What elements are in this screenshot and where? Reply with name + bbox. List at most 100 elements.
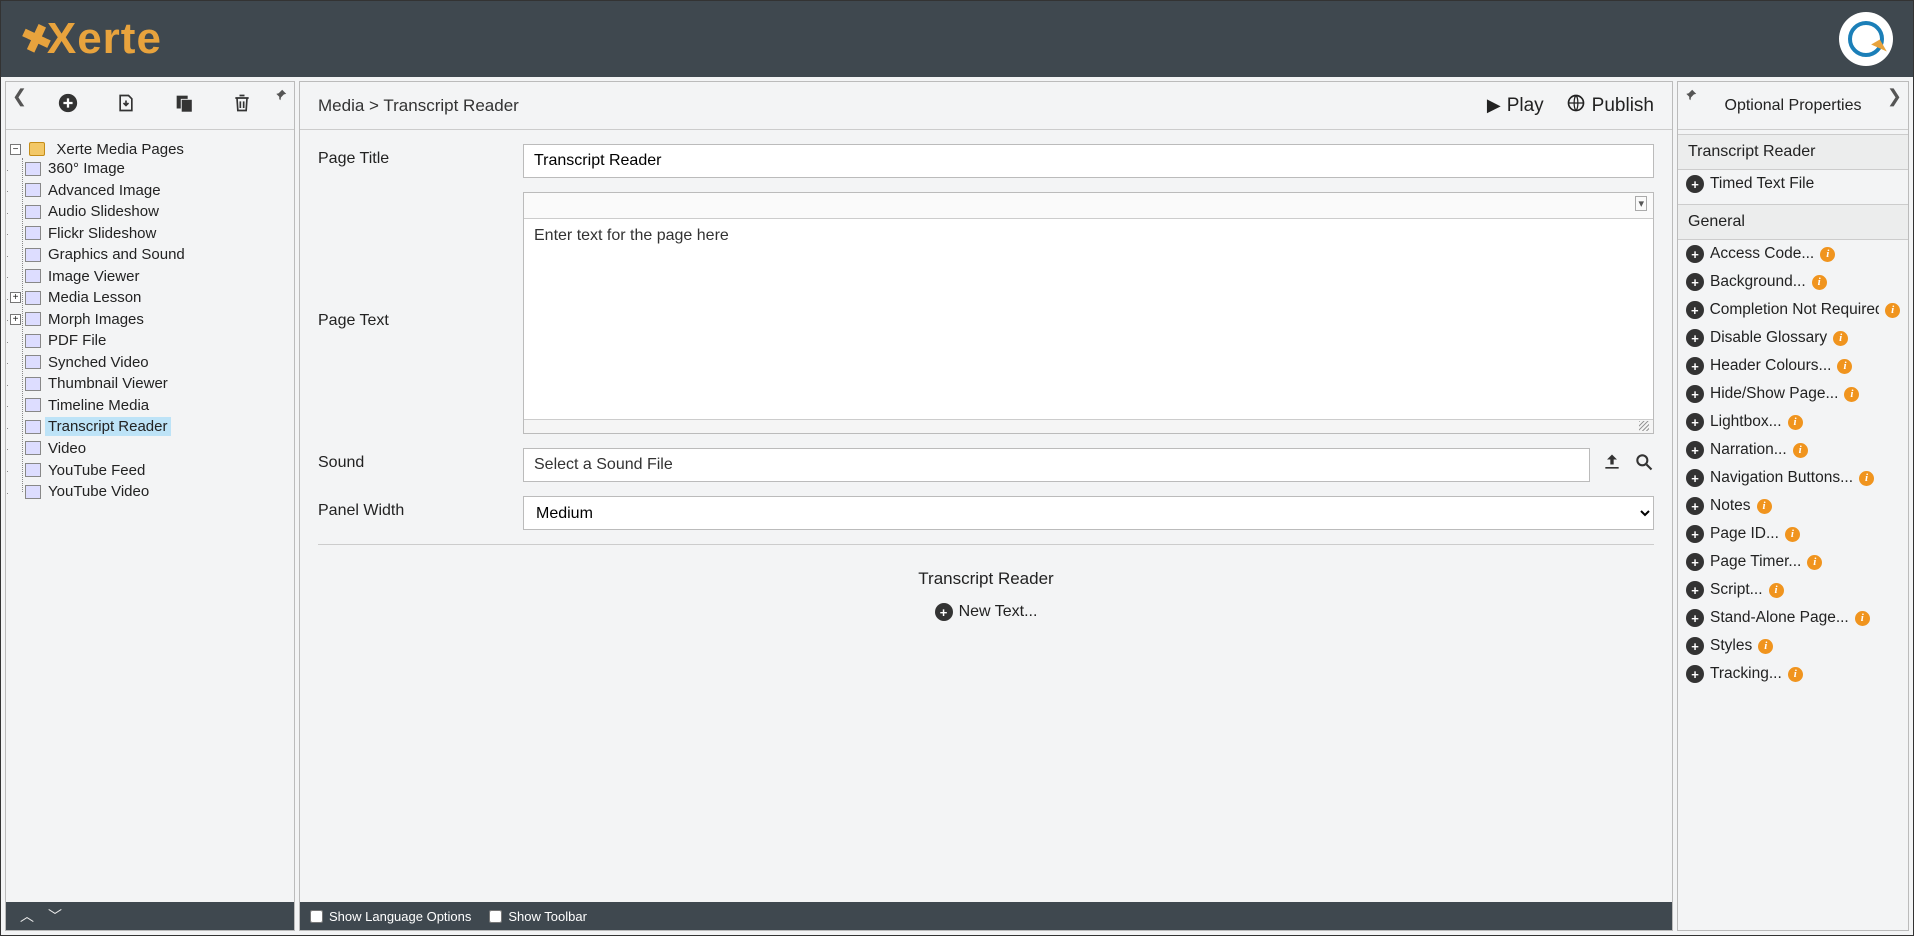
publish-button[interactable]: Publish (1566, 93, 1654, 118)
user-avatar[interactable] (1839, 12, 1893, 66)
property-label: Completion Not Required (1710, 301, 1880, 319)
plus-icon: + (1686, 357, 1704, 375)
property-item[interactable]: +Navigation Buttons...i (1678, 464, 1908, 492)
properties-header: Optional Properties ❯ (1678, 82, 1908, 130)
property-item[interactable]: +Header Colours...i (1678, 352, 1908, 380)
tree-node[interactable]: Advanced Image (10, 179, 290, 201)
tree-node[interactable]: Graphics and Sound (10, 244, 290, 266)
plus-icon: + (1686, 413, 1704, 431)
tree-node-label: 360° Image (45, 159, 128, 178)
tree-node[interactable]: PDF File (10, 330, 290, 352)
property-item[interactable]: +Timed Text File (1678, 170, 1908, 198)
tree-toggle-icon[interactable]: + (10, 314, 21, 325)
tree-footer: ︿ ﹀ (6, 902, 294, 930)
tree-node[interactable]: Image Viewer (10, 265, 290, 287)
show-language-checkbox[interactable]: Show Language Options (310, 909, 471, 924)
property-item[interactable]: +Completion Not Requiredi (1678, 296, 1908, 324)
property-item[interactable]: +Background...i (1678, 268, 1908, 296)
tree-node[interactable]: YouTube Feed (10, 459, 290, 481)
upload-icon[interactable] (1602, 452, 1622, 478)
sound-file-input[interactable]: Select a Sound File (523, 448, 1590, 482)
info-icon[interactable]: i (1855, 611, 1870, 626)
property-item[interactable]: +Lightbox...i (1678, 408, 1908, 436)
rte-resize-handle[interactable] (524, 419, 1653, 433)
property-item[interactable]: +Notesi (1678, 492, 1908, 520)
page-icon (25, 334, 41, 348)
tree-node[interactable]: Thumbnail Viewer (10, 373, 290, 395)
page-title-label: Page Title (318, 144, 523, 168)
tree-node[interactable]: +Morph Images (10, 308, 290, 330)
info-icon[interactable]: i (1812, 275, 1827, 290)
tree-toggle-icon[interactable]: − (10, 144, 21, 155)
tree-node[interactable]: +Media Lesson (10, 287, 290, 309)
import-button[interactable] (112, 92, 140, 120)
info-icon[interactable]: i (1758, 639, 1773, 654)
property-label: Access Code... (1710, 245, 1814, 263)
tree-node[interactable]: Synched Video (10, 351, 290, 373)
copy-button[interactable] (170, 92, 198, 120)
tree-node[interactable]: Flickr Slideshow (10, 222, 290, 244)
property-item[interactable]: +Page Timer...i (1678, 548, 1908, 576)
tree-node[interactable]: Timeline Media (10, 394, 290, 416)
info-icon[interactable]: i (1788, 667, 1803, 682)
logo-text: Xerte (47, 14, 162, 64)
property-item[interactable]: +Script...i (1678, 576, 1908, 604)
info-icon[interactable]: i (1820, 247, 1835, 262)
tree-root-node[interactable]: − Xerte Media Pages 360° ImageAdvanced I… (10, 138, 290, 504)
tree-node[interactable]: 360° Image (10, 158, 290, 180)
page-text-input[interactable]: Enter text for the page here (524, 219, 1653, 419)
collapse-right-icon[interactable]: ❯ (1887, 86, 1902, 107)
pin-left-icon[interactable] (1684, 86, 1698, 107)
tree-panel: ❮ − (5, 81, 295, 931)
property-label: Navigation Buttons... (1710, 469, 1853, 487)
property-item[interactable]: +Access Code...i (1678, 240, 1908, 268)
page-tree: − Xerte Media Pages 360° ImageAdvanced I… (6, 130, 294, 902)
info-icon[interactable]: i (1844, 387, 1859, 402)
breadcrumb-parent[interactable]: Media (318, 96, 364, 115)
property-item[interactable]: +Stylesi (1678, 632, 1908, 660)
pin-icon[interactable] (274, 86, 288, 107)
tree-root-label: Xerte Media Pages (53, 140, 187, 159)
property-label: Page ID... (1710, 525, 1779, 543)
info-icon[interactable]: i (1885, 303, 1900, 318)
show-toolbar-checkbox[interactable]: Show Toolbar (489, 909, 587, 924)
delete-button[interactable] (228, 92, 256, 120)
property-item[interactable]: +Hide/Show Page...i (1678, 380, 1908, 408)
folder-icon (29, 142, 45, 156)
search-icon[interactable] (1634, 452, 1654, 478)
tree-node[interactable]: YouTube Video (10, 481, 290, 503)
move-up-icon[interactable]: ︿ (20, 906, 34, 926)
tree-node[interactable]: Video (10, 437, 290, 459)
property-item[interactable]: +Disable Glossaryi (1678, 324, 1908, 352)
property-item[interactable]: +Stand-Alone Page...i (1678, 604, 1908, 632)
info-icon[interactable]: i (1837, 359, 1852, 374)
info-icon[interactable]: i (1757, 499, 1772, 514)
info-icon[interactable]: i (1859, 471, 1874, 486)
rte-toolbar[interactable] (524, 193, 1653, 219)
tree-toggle-icon[interactable]: + (10, 292, 21, 303)
tree-node[interactable]: Transcript Reader (10, 416, 290, 438)
property-item[interactable]: +Narration...i (1678, 436, 1908, 464)
move-down-icon[interactable]: ﹀ (48, 906, 62, 926)
panel-width-select[interactable]: Medium (523, 496, 1654, 530)
add-new-text-button[interactable]: + New Text... (935, 603, 1038, 621)
info-icon[interactable]: i (1788, 415, 1803, 430)
tree-node-label: Thumbnail Viewer (45, 374, 171, 393)
page-icon (25, 269, 41, 283)
property-item[interactable]: +Tracking...i (1678, 660, 1908, 688)
property-label: Background... (1710, 273, 1806, 291)
page-icon (25, 463, 41, 477)
tree-node[interactable]: Audio Slideshow (10, 201, 290, 223)
info-icon[interactable]: i (1785, 527, 1800, 542)
play-button[interactable]: ▶ Play (1487, 95, 1544, 117)
property-item[interactable]: +Page ID...i (1678, 520, 1908, 548)
page-title-input[interactable] (523, 144, 1654, 178)
info-icon[interactable]: i (1807, 555, 1822, 570)
info-icon[interactable]: i (1833, 331, 1848, 346)
plus-icon: + (1686, 497, 1704, 515)
collapse-left-icon[interactable]: ❮ (12, 86, 27, 107)
plus-icon: + (1686, 385, 1704, 403)
info-icon[interactable]: i (1769, 583, 1784, 598)
add-page-button[interactable] (54, 92, 82, 120)
info-icon[interactable]: i (1793, 443, 1808, 458)
